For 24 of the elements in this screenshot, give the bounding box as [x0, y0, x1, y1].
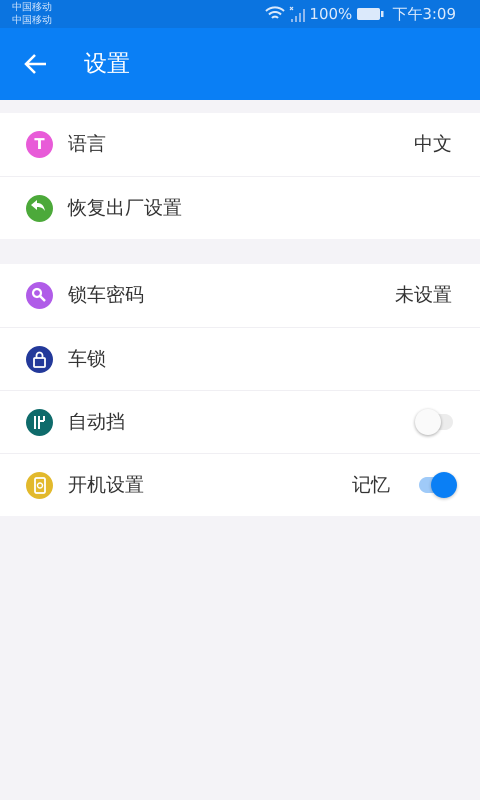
setting-label: 语言	[68, 132, 106, 158]
setting-label: 恢复出厂设置	[68, 196, 182, 221]
carrier-name: 中国移动	[12, 14, 52, 27]
clock-time: 下午3:09	[392, 4, 456, 25]
settings-row[interactable]: T 语言 中文	[0, 113, 480, 176]
setting-label: 锁车密码	[68, 283, 144, 308]
carrier-name: 中国移动	[12, 1, 52, 14]
letter-icon: T	[26, 131, 53, 158]
settings-row[interactable]: 锁车密码 未设置	[0, 264, 480, 327]
setting-value: 记忆	[352, 472, 390, 498]
battery-icon	[356, 7, 384, 21]
setting-label: 车锁	[68, 346, 106, 372]
setting-value: 中文	[414, 132, 452, 158]
settings-row[interactable]: 开机设置 记忆	[0, 453, 480, 516]
settings-row[interactable]: 恢复出厂设置	[0, 176, 480, 239]
setting-value: 未设置	[395, 283, 452, 308]
setting-label: 自动挡	[68, 410, 125, 435]
settings-row[interactable]: 车锁	[0, 327, 480, 390]
page-title: 设置	[84, 50, 130, 79]
settings-row[interactable]: 自动挡	[0, 390, 480, 453]
back-icon[interactable]	[24, 53, 48, 75]
signal-icon	[289, 5, 306, 23]
battery-text: 100%	[309, 4, 352, 25]
setting-label: 开机设置	[68, 472, 144, 498]
